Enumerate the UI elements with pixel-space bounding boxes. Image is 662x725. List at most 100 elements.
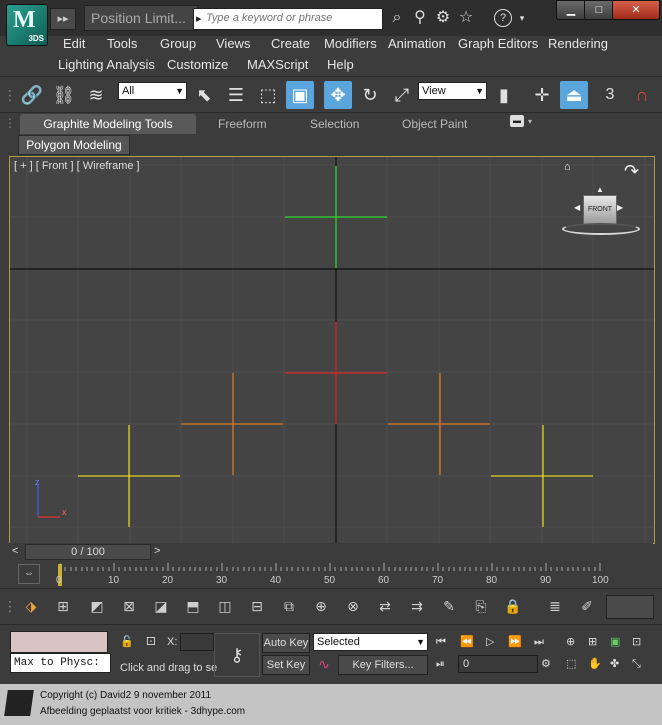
paste-box-icon[interactable]: ⎘ [470,595,492,617]
panel-polygon-modeling[interactable]: Polygon Modeling [18,135,130,155]
red-cross-helper[interactable] [285,322,387,424]
track-bar[interactable]: ⇔ 0 10 20 30 40 50 60 70 80 90 100 [0,562,662,588]
time-slider-prev-button[interactable]: < [12,545,18,557]
viewcube-compass-ring[interactable] [562,223,640,235]
key-mode-dropdown[interactable]: Selected ▼ [313,633,428,651]
use-pivot-center-icon[interactable]: ▮ [490,81,518,109]
ribbon-options-icon[interactable]: ▬ [510,115,524,127]
select-and-rotate-icon[interactable]: ↻ [356,81,384,109]
orbit-icon[interactable]: ✤ [610,655,619,673]
window-crossing-toggle-icon[interactable]: ▣ [286,81,314,109]
viewcube-up-arrow-icon[interactable]: ▲ [596,185,604,194]
green-cross-helper[interactable] [285,166,387,268]
viewcube-right-arrow-icon[interactable]: ▶ [617,203,623,212]
previous-frame-icon[interactable]: ⏪ [460,633,474,651]
zoom-icon[interactable]: ⊕ [566,633,575,651]
viewcube-front-face[interactable]: FRONT [583,195,617,225]
merge-icon[interactable]: ⊕ [310,595,332,617]
select-and-manipulate-icon[interactable]: ✛ [528,81,556,109]
menu-tools[interactable]: Tools [107,36,137,51]
bind-to-space-warp-icon[interactable]: ≋ [82,81,110,109]
zoom-extents-all-icon[interactable]: ⊡ [632,633,641,651]
viewport-label[interactable]: [ + ] [ Front ] [ Wireframe ] [14,160,140,172]
menu-modifiers[interactable]: Modifiers [324,36,377,51]
orange-cross-helper-right[interactable] [388,373,490,475]
minimize-button[interactable]: ▁ [556,0,586,20]
tab-object-paint[interactable]: Object Paint [402,117,467,131]
key-filters-button[interactable]: Key Filters... [338,655,428,675]
set-key-button[interactable]: Set Key [262,655,310,675]
raise-icon[interactable]: ⬒ [182,595,204,617]
viewcube-left-arrow-icon[interactable]: ◀ [574,203,580,212]
binoculars-icon[interactable]: ⌕ [388,9,406,27]
extrude-icon[interactable]: ◪ [150,595,172,617]
open-mini-curve-editor-icon[interactable]: ⇔ [18,564,40,584]
application-menu-button[interactable]: M 3DS [6,4,48,46]
help-dropdown-icon[interactable]: ▾ [513,9,531,27]
zoom-extents-icon[interactable]: ▣ [610,633,620,651]
menu-graph-editors[interactable]: Graph Editors [458,36,538,51]
next-frame-icon[interactable]: ⏩ [508,633,522,651]
tab-freeform[interactable]: Freeform [218,117,267,131]
selection-filter-dropdown[interactable]: All ▼ [118,82,187,100]
reference-coordinate-dropdown[interactable]: View ▼ [418,82,487,100]
layer-edit-icon[interactable]: ✐ [576,595,598,617]
viewcube-rotate-icon[interactable]: ↷ [624,161,639,182]
transfer-icon[interactable]: ⇉ [406,595,428,617]
key-search-icon[interactable]: ⚲ [411,9,429,27]
angle-snap-icon[interactable]: ∩ [628,81,656,109]
search-box[interactable]: ▸ [193,8,383,30]
link-objects-icon[interactable]: ⊗ [342,595,364,617]
select-and-move-icon[interactable]: ✥ [324,81,352,109]
delete-box-icon[interactable]: ⊠ [118,595,140,617]
select-and-scale-icon[interactable]: ⤢ [388,81,416,109]
menu-create[interactable]: Create [271,36,310,51]
tab-graphite-modeling-tools[interactable]: Graphite Modeling Tools [20,114,196,134]
field-of-view-icon[interactable]: ⬚ [566,655,576,673]
add-box-icon[interactable]: ⊞ [52,595,74,617]
lock-icon[interactable]: 🔒 [502,595,524,617]
menu-maxscript[interactable]: MAXScript [247,57,308,72]
absolute-mode-icon[interactable]: ⚀ [146,633,156,651]
yellow-cross-helper-right[interactable] [491,425,593,527]
assembly-tool-icon[interactable]: ⬗ [20,595,42,617]
go-to-start-icon[interactable]: ⏮ [436,633,446,651]
maximize-viewport-icon[interactable]: ⤡ [632,655,641,673]
cut-icon[interactable]: ⊟ [246,595,268,617]
tab-selection[interactable]: Selection [310,117,359,131]
menu-rendering[interactable]: Rendering [548,36,608,51]
key-mode-toggle-icon[interactable]: ⏯ [436,655,445,673]
menu-group[interactable]: Group [160,36,196,51]
bevel-icon[interactable]: ◫ [214,595,236,617]
auto-key-button[interactable]: Auto Key [262,633,310,653]
ribbon-dropdown-icon[interactable]: ▾ [528,117,532,126]
quick-access-toolbar-toggle[interactable]: ▸▸ [50,8,76,30]
search-input[interactable] [206,10,376,26]
copy-icon[interactable]: ⧉ [278,595,300,617]
layers-icon[interactable]: ≣ [544,595,566,617]
yellow-cross-helper-left[interactable] [78,425,180,527]
select-object-icon[interactable]: ⬉ [190,81,218,109]
viewcube[interactable]: ⌂ ↷ ◀ ▶ ▲ FRONT [562,161,652,241]
play-icon[interactable]: ▷ [486,633,494,651]
viewcube-home-icon[interactable]: ⌂ [564,161,571,173]
maximize-button[interactable]: □ [584,0,614,20]
unlink-selection-icon[interactable]: ⛓ [50,81,78,109]
help-icon[interactable]: ? [494,9,512,27]
time-slider-thumb[interactable]: 0 / 100 [25,544,151,560]
front-viewport[interactable]: z x [ + ] [ Front ] [ Wireframe ] ⌂ ↷ ◀ … [9,156,655,544]
menu-edit[interactable]: Edit [63,36,85,51]
rectangular-selection-icon[interactable]: ⬚ [254,81,282,109]
time-slider[interactable]: < 0 / 100 > [9,543,653,561]
menu-views[interactable]: Views [216,36,250,51]
keyboard-shortcut-override-icon[interactable]: ⏏ [560,81,588,109]
orange-cross-helper-left[interactable] [181,373,283,475]
close-button[interactable]: ✕ [612,0,660,20]
select-by-name-icon[interactable]: ☰ [222,81,250,109]
time-slider-next-button[interactable]: > [154,545,160,557]
favorites-star-icon[interactable]: ☆ [457,9,475,27]
menu-customize[interactable]: Customize [167,57,228,72]
key-filters-graph-icon[interactable]: ∿ [314,655,334,673]
menu-lighting-analysis[interactable]: Lighting Analysis [58,57,155,72]
lock-selection-icon[interactable]: 🔓 [120,633,134,651]
